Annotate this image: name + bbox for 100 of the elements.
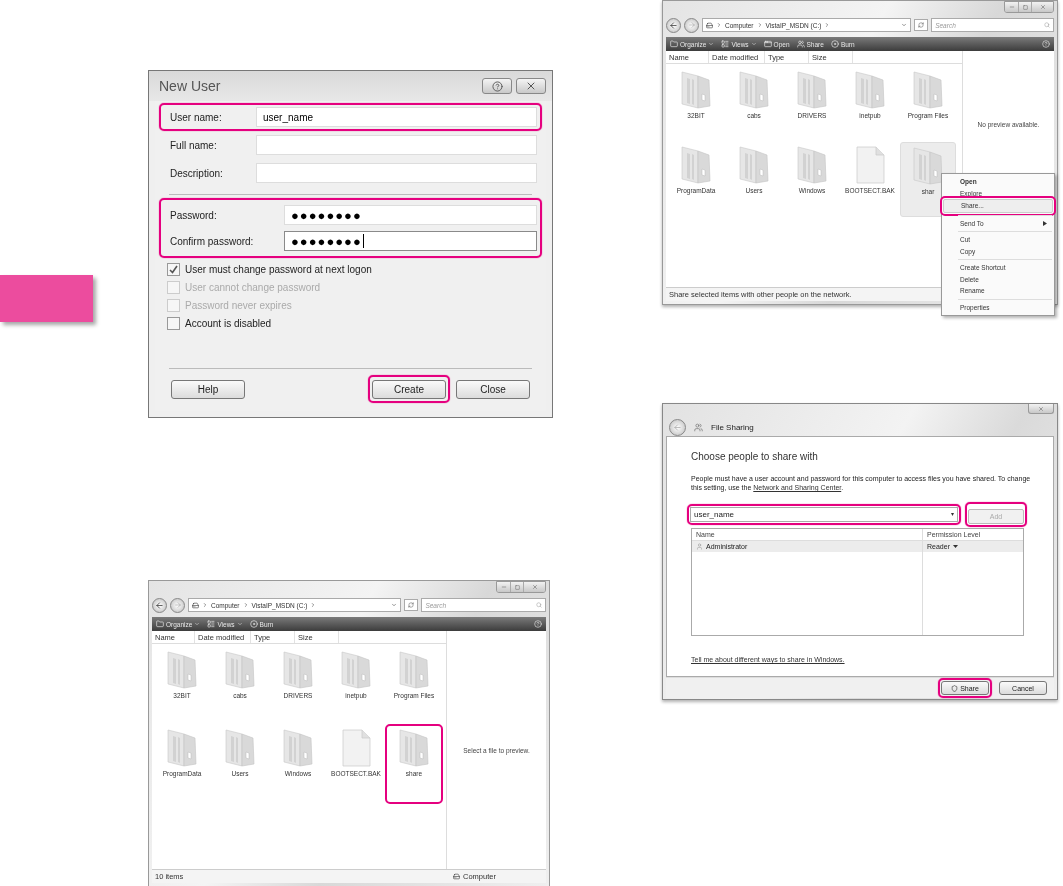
folder-icon xyxy=(736,145,772,185)
help-icon xyxy=(491,80,503,92)
maximize-button[interactable] xyxy=(510,582,523,592)
disc-icon xyxy=(830,40,839,48)
maximize-icon xyxy=(1022,4,1028,10)
submenu-arrow-icon xyxy=(1043,220,1047,226)
chevron-icon xyxy=(202,602,208,608)
dropdown-icon xyxy=(750,41,757,47)
back-button[interactable] xyxy=(669,419,686,436)
dropdown-icon xyxy=(952,545,958,548)
dropdown-icon xyxy=(951,513,954,516)
password-field[interactable]: ●●●●●●●● xyxy=(284,205,537,225)
back-icon xyxy=(155,600,164,610)
file-icon xyxy=(340,728,372,768)
checkbox[interactable] xyxy=(167,316,180,330)
heading: Choose people to share with xyxy=(691,451,819,462)
list-icon xyxy=(721,40,730,48)
close-icon xyxy=(1038,405,1044,412)
search-icon xyxy=(536,602,542,608)
field-label: Full name: xyxy=(169,139,218,151)
disc-icon xyxy=(249,620,258,628)
field-label: Password: xyxy=(169,209,218,221)
folder-icon xyxy=(280,728,316,768)
field-label: Confirm password: xyxy=(169,235,255,247)
people-icon xyxy=(694,423,703,432)
refresh-icon xyxy=(408,602,415,608)
help-button[interactable] xyxy=(482,78,512,94)
text-field[interactable] xyxy=(256,163,537,183)
drive-icon xyxy=(453,873,460,880)
folder-icon xyxy=(280,650,316,690)
dialog-button[interactable]: Close xyxy=(456,380,530,399)
minimize-icon xyxy=(1008,4,1015,10)
field-label: User name: xyxy=(169,111,223,123)
shield-icon xyxy=(951,684,959,692)
help-button[interactable]: Help xyxy=(171,380,245,399)
back-button[interactable] xyxy=(152,597,167,613)
help-icon[interactable] xyxy=(534,620,542,628)
dropdown-icon xyxy=(901,22,908,28)
text-field[interactable]: user_name xyxy=(256,107,537,127)
folder-icon xyxy=(222,728,258,768)
close-icon xyxy=(531,584,538,590)
close-icon xyxy=(525,80,537,92)
forward-button[interactable] xyxy=(684,17,699,33)
close-button[interactable] xyxy=(516,78,546,94)
folder-icon xyxy=(164,728,200,768)
folder-icon xyxy=(396,650,432,690)
user-icon xyxy=(696,543,703,550)
file-icon xyxy=(854,145,886,185)
dialog-button[interactable]: Create xyxy=(372,380,446,399)
window-title: File Sharing xyxy=(711,423,754,432)
checkbox[interactable] xyxy=(167,262,180,276)
folder-icon xyxy=(794,145,830,185)
people-icon xyxy=(796,40,805,48)
maximize-icon xyxy=(514,584,520,590)
refresh-icon xyxy=(918,22,925,28)
name-combo-box[interactable]: user_name xyxy=(690,507,958,522)
folder-icon xyxy=(910,70,946,110)
search-icon xyxy=(1044,22,1050,28)
folder-icon xyxy=(222,650,258,690)
folder-icon xyxy=(736,70,772,110)
refresh-button[interactable] xyxy=(404,599,419,611)
folder-icon xyxy=(678,70,714,110)
chevron-icon xyxy=(242,602,249,608)
chevron-icon xyxy=(716,22,722,28)
dropdown-icon xyxy=(391,602,398,608)
folder-icon xyxy=(338,650,374,690)
back-icon xyxy=(669,20,678,30)
checkbox-option[interactable]: User must change password at next logon xyxy=(159,260,542,278)
minimize-button[interactable] xyxy=(1005,2,1018,12)
folder-icon xyxy=(670,40,678,48)
chevron-icon xyxy=(756,22,763,28)
chevron-icon xyxy=(824,22,831,28)
field-label: Description: xyxy=(169,167,224,179)
minimize-button[interactable] xyxy=(497,582,510,592)
help-icon[interactable] xyxy=(1042,40,1050,48)
checkbox-option[interactable]: Account is disabled xyxy=(159,314,542,332)
text-field[interactable] xyxy=(256,135,537,155)
folder-icon xyxy=(164,650,200,690)
folder-icon xyxy=(852,70,888,110)
dropdown-icon xyxy=(236,621,243,627)
forward-button[interactable] xyxy=(170,597,185,613)
folder-icon xyxy=(794,70,830,110)
window-icon xyxy=(763,40,772,48)
dropdown-icon xyxy=(708,41,715,47)
dropdown-icon xyxy=(194,621,201,627)
back-icon xyxy=(673,423,682,432)
password-field[interactable]: ●●●●●●●● xyxy=(284,231,537,251)
folder-icon xyxy=(156,620,164,628)
minimize-icon xyxy=(500,584,507,590)
back-button[interactable] xyxy=(666,17,681,33)
folder-icon xyxy=(396,728,432,768)
text-caret xyxy=(362,234,364,248)
forward-icon xyxy=(173,601,182,609)
close-icon xyxy=(1039,4,1046,10)
maximize-button[interactable] xyxy=(1018,2,1031,12)
window-title: New User xyxy=(158,78,221,94)
chevron-icon xyxy=(310,602,317,608)
refresh-button[interactable] xyxy=(914,19,929,31)
list-icon xyxy=(207,620,216,628)
folder-icon xyxy=(678,145,714,185)
